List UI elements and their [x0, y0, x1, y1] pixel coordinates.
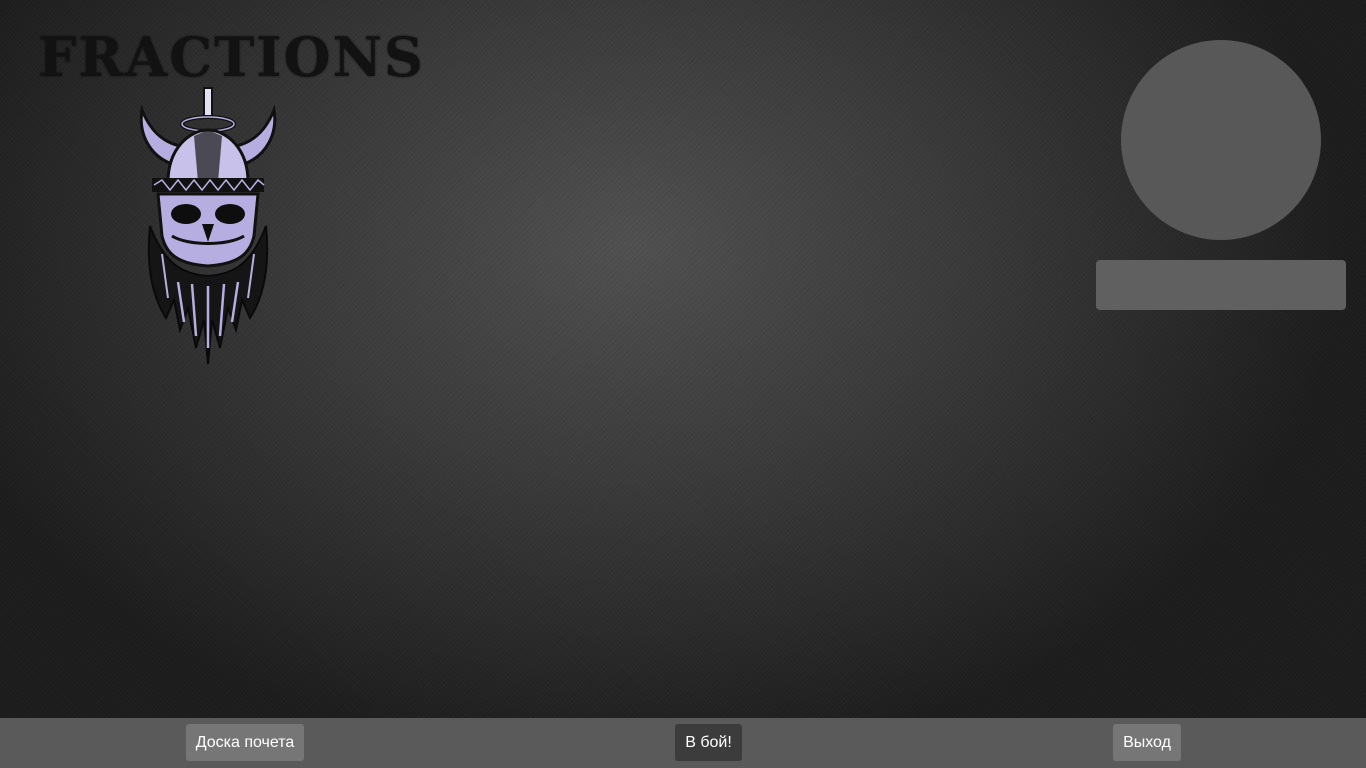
game-title: FRACTIONS [38, 25, 425, 89]
exit-button[interactable]: Выход [1113, 724, 1181, 761]
viking-skull-icon [139, 87, 277, 365]
player-name-field [1096, 260, 1346, 310]
bottom-menu-bar: Доска почета В бой! Выход [0, 718, 1366, 768]
battle-button[interactable]: В бой! [675, 724, 742, 761]
player-avatar[interactable] [1121, 40, 1321, 240]
honor-board-button[interactable]: Доска почета [186, 724, 304, 761]
